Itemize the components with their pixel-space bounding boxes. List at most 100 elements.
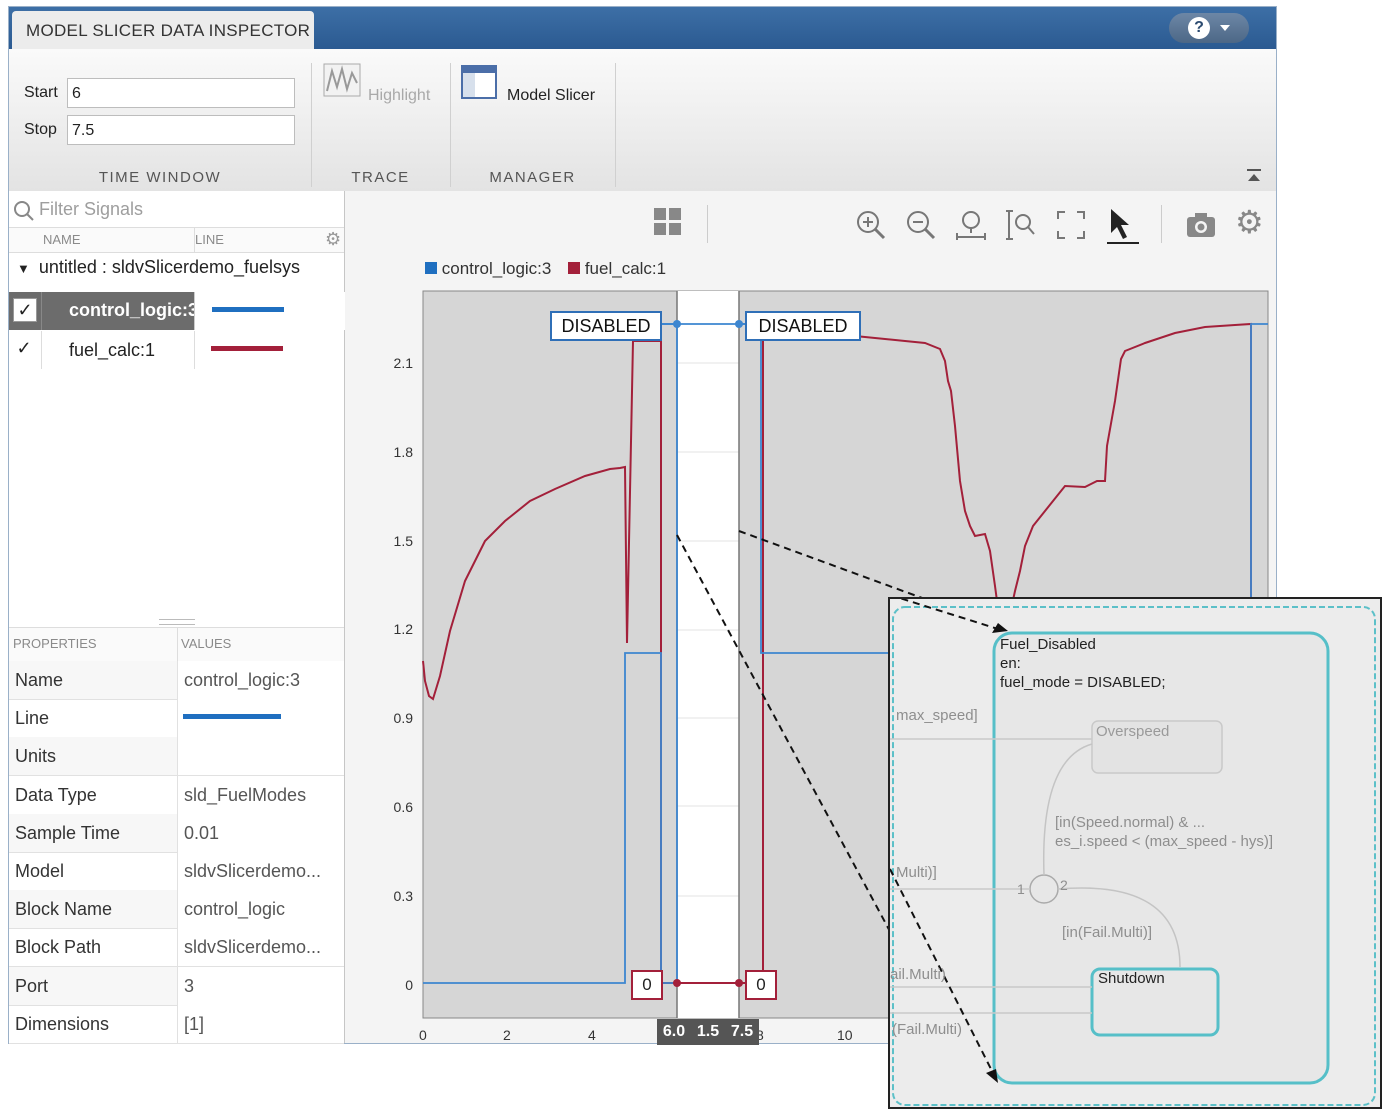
col-divider — [177, 628, 178, 662]
section-trace: TRACE — [351, 169, 410, 186]
help-icon: ? — [1188, 17, 1210, 39]
arrowhead — [986, 1069, 998, 1083]
cursor-right-value: 7.5 — [730, 1023, 754, 1040]
row-divider — [194, 331, 195, 369]
state-entry-label: en: — [1000, 655, 1021, 672]
settings-icon[interactable]: ⚙ — [325, 229, 341, 250]
time-cursor-readout[interactable]: 6.0 1.5 7.5 — [657, 1019, 759, 1045]
y-tick-label: 1.5 — [393, 533, 413, 549]
property-value: sldvSlicerdemo... — [177, 852, 344, 890]
stop-label: Stop — [24, 121, 57, 138]
dropdown-arrow-icon — [1220, 25, 1230, 31]
property-row[interactable]: Model sldvSlicerdemo... — [9, 852, 344, 891]
property-row[interactable]: Block Name control_logic — [9, 890, 344, 930]
model-slicer-button[interactable]: Model Slicer — [461, 65, 595, 106]
cursor-marker — [673, 979, 681, 987]
start-input[interactable]: 6 — [67, 78, 295, 108]
row-divider — [41, 292, 42, 330]
app-tab[interactable]: MODEL SLICER DATA INSPECTOR — [12, 11, 314, 51]
shutdown-label: Shutdown — [1098, 970, 1165, 987]
x-tick-label: 10 — [837, 1027, 853, 1043]
signal-name: fuel_calc:1 — [69, 340, 156, 360]
speed-normal-condition: [in(Speed.normal) & ... — [1055, 814, 1206, 831]
property-row[interactable]: Data Type sld_FuelModes — [9, 775, 344, 815]
fail-multi-condition-b: (Fail.Multi) — [892, 1021, 962, 1038]
col-values: VALUES — [181, 636, 232, 651]
y-tick-label: 0.3 — [393, 888, 413, 904]
signal-group-row[interactable]: ▼ untitled : sldvSlicerdemo_fuelsys — [17, 257, 300, 278]
zero-callout-right: 0 — [745, 970, 777, 1000]
disabled-callout-right: DISABLED — [745, 311, 861, 341]
property-row[interactable]: Line — [9, 699, 344, 739]
line-swatch — [212, 307, 284, 312]
section-manager: MANAGER — [489, 169, 576, 186]
title-bar: MODEL SLICER DATA INSPECTOR ? — [9, 7, 1276, 51]
signal-checkbox[interactable]: ✓ — [13, 337, 35, 359]
property-key: Block Name — [15, 899, 113, 920]
property-value — [177, 737, 344, 776]
signals-header: NAME LINE ⚙ — [9, 227, 344, 253]
signal-checkbox[interactable]: ✓ — [13, 298, 37, 322]
search-icon — [14, 201, 34, 221]
property-row[interactable]: Units — [9, 737, 344, 777]
y-tick-label: 0.9 — [393, 710, 413, 726]
filter-signals-input[interactable]: Filter Signals — [39, 199, 143, 220]
y-tick-label: 2.1 — [393, 355, 413, 371]
signal-row[interactable]: ✓ fuel_calc:1 — [9, 331, 344, 369]
overspeed-label: Overspeed — [1096, 723, 1170, 740]
property-value: 0.01 — [177, 813, 344, 852]
collapse-ribbon-icon[interactable] — [1245, 167, 1263, 185]
highlight-button[interactable]: Highlight — [323, 63, 430, 104]
section-time-window: TIME WINDOW — [98, 169, 222, 186]
property-row[interactable]: Name control_logic:3 — [9, 661, 344, 700]
expand-triangle-icon: ▼ — [17, 261, 30, 276]
stop-input[interactable]: 7.5 — [67, 115, 295, 145]
property-key: Port — [15, 975, 49, 996]
selected-time-window — [677, 291, 739, 1018]
start-label: Start — [24, 84, 58, 101]
property-key: Model — [15, 861, 65, 881]
x-tick-label: 2 — [503, 1027, 511, 1043]
ribbon: Start 6 Stop 7.5 Highlight Model Slicer … — [9, 49, 1276, 192]
col-line[interactable]: LINE — [195, 232, 224, 247]
fail-multi-condition-a: ail.Multi) — [890, 966, 946, 983]
splitter-handle[interactable] — [159, 619, 195, 625]
col-properties: PROPERTIES — [13, 636, 97, 651]
state-entry-action: fuel_mode = DISABLED; — [1000, 674, 1166, 691]
properties-header: PROPERTIES VALUES — [9, 627, 344, 663]
property-value: sldvSlicerdemo... — [177, 928, 344, 967]
cursor-span-value: 1.5 — [696, 1023, 720, 1040]
line-swatch — [211, 346, 283, 351]
property-value: control_logic — [177, 890, 344, 929]
model-slicer-icon — [461, 65, 497, 99]
speed-hys-condition: es_i.speed < (max_speed - hys)] — [1055, 833, 1274, 850]
col-name[interactable]: NAME — [43, 232, 81, 247]
property-row[interactable]: Block Path sldvSlicerdemo... — [9, 928, 344, 968]
junction-order-2: 2 — [1060, 877, 1068, 893]
property-value: sld_FuelModes — [177, 775, 344, 814]
help-button[interactable]: ? — [1169, 13, 1249, 43]
property-key: Dimensions — [15, 1013, 110, 1034]
y-tick-label: 0 — [405, 977, 413, 993]
y-tick-label: 1.2 — [393, 621, 413, 637]
cursor-left-value: 6.0 — [662, 1023, 686, 1040]
property-key: Sample Time — [15, 822, 121, 843]
ribbon-divider — [615, 63, 616, 187]
state-title: Fuel_Disabled — [1000, 636, 1096, 653]
junction-order-1: 1 — [1017, 881, 1025, 897]
property-key: Line — [15, 708, 50, 729]
stateflow-inset: Fuel_Disabled en: fuel_mode = DISABLED; … — [888, 597, 1382, 1109]
property-row[interactable]: Dimensions [1] — [9, 1004, 344, 1044]
y-tick-label: 1.8 — [393, 444, 413, 460]
line-swatch — [183, 714, 281, 720]
cursor-marker — [735, 979, 743, 987]
property-row[interactable]: Sample Time 0.01 — [9, 813, 344, 853]
row-divider — [41, 331, 42, 369]
line-cell — [194, 292, 345, 330]
property-key: Name — [15, 670, 64, 690]
property-key: Data Type — [15, 784, 97, 805]
signal-row[interactable]: ✓ control_logic:3 — [9, 292, 345, 330]
x-tick-label: 0 — [419, 1027, 427, 1043]
signals-panel: Filter Signals NAME LINE ⚙ ▼ untitled : … — [9, 191, 345, 1044]
property-row[interactable]: Port 3 — [9, 966, 344, 1006]
